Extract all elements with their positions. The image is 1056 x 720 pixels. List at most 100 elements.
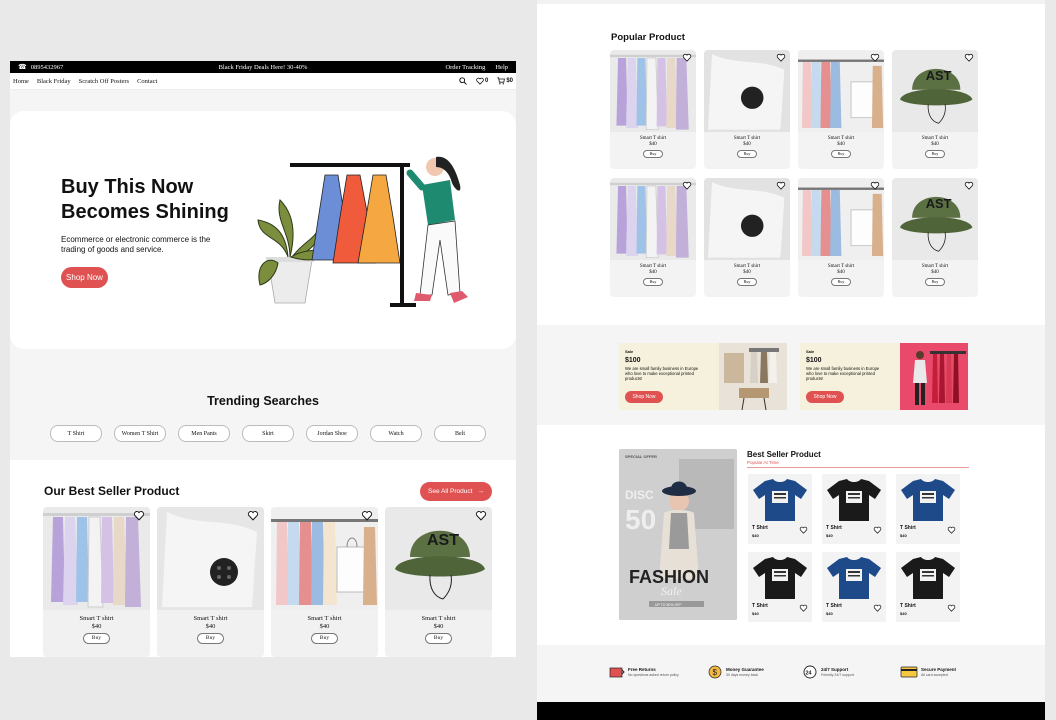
wishlist-heart-icon[interactable] <box>964 53 974 62</box>
chip-men-pants[interactable]: Men Pants <box>178 425 230 442</box>
cart-icon <box>497 77 506 85</box>
tshirt-image-black <box>901 557 955 599</box>
feature-sub: 30 days money back <box>726 673 759 677</box>
product-card[interactable]: AST Smart T shirt $40 Buy <box>892 178 978 297</box>
product-name: Smart T shirt <box>827 136 855 141</box>
chip-women-t-shirt[interactable]: Women T Shirt <box>114 425 166 442</box>
special-offer-card[interactable]: SPECIAL OFFER DISC 50 FASHION Sale UP TO… <box>619 449 737 620</box>
wishlist-heart-icon[interactable] <box>799 604 808 612</box>
buy-button[interactable]: Buy <box>197 633 224 644</box>
wishlist-heart-icon[interactable] <box>873 526 882 534</box>
popular-product-grid: Smart T shirt $40 Buy Smart T shirt $40 … <box>610 50 978 297</box>
banner-price: $100 <box>625 357 641 364</box>
product-image-shirts-rack <box>798 50 884 132</box>
credit-card-icon <box>900 666 918 678</box>
buy-button[interactable]: Buy <box>925 278 945 286</box>
product-card[interactable]: Smart T shirt $40 Buy <box>271 507 378 657</box>
product-card[interactable]: Smart T shirt $40 Buy <box>610 178 696 297</box>
wishlist-heart-icon[interactable] <box>964 181 974 190</box>
tshirt-name: T Shirt <box>826 603 842 609</box>
product-image-white-tee <box>704 50 790 132</box>
product-card[interactable]: Smart T shirt $40 Buy <box>157 507 264 657</box>
buy-button[interactable]: Buy <box>311 633 338 644</box>
wishlist-heart-icon[interactable] <box>247 510 259 521</box>
tshirt-image-navy <box>753 479 807 521</box>
support-24-icon: 24 <box>803 665 817 679</box>
tshirt-card[interactable]: T Shirt $40 <box>822 474 886 544</box>
trending-chips: T Shirt Women T Shirt Men Pants Skirt Jo… <box>50 425 486 442</box>
wishlist-count: 0 <box>484 78 489 84</box>
cart-button[interactable]: $0 <box>497 77 513 85</box>
help-link[interactable]: Help <box>495 64 508 71</box>
wishlist-heart-icon[interactable] <box>776 53 786 62</box>
product-card[interactable]: Smart T shirt $40 Buy <box>798 178 884 297</box>
product-name: Smart T shirt <box>827 264 855 269</box>
wishlist-heart-icon[interactable] <box>475 510 487 521</box>
buy-button[interactable]: Buy <box>737 150 757 158</box>
tshirt-card[interactable]: T Shirt $40 <box>896 474 960 544</box>
product-card[interactable]: Smart T shirt $40 Buy <box>610 50 696 169</box>
tshirt-card[interactable]: T Shirt $40 <box>896 552 960 622</box>
product-card[interactable]: AST Smart T shirt $40 Buy <box>385 507 492 657</box>
nav-home[interactable]: Home <box>13 78 29 85</box>
wishlist-heart-icon[interactable] <box>361 510 373 521</box>
tshirt-image-black <box>827 479 881 521</box>
best-seller-title: Our Best Seller Product <box>44 484 180 498</box>
wishlist-heart-icon[interactable] <box>870 181 880 190</box>
buy-button[interactable]: Buy <box>925 150 945 158</box>
chip-t-shirt[interactable]: T Shirt <box>50 425 102 442</box>
see-all-label: See All Product <box>428 488 473 495</box>
product-price: $40 <box>931 142 939 147</box>
buy-button[interactable]: Buy <box>737 278 757 286</box>
product-card[interactable]: Smart T shirt $40 Buy <box>798 50 884 169</box>
product-card[interactable]: Smart T shirt $40 Buy <box>704 50 790 169</box>
tshirt-card[interactable]: T Shirt $40 <box>748 474 812 544</box>
product-card[interactable]: AST Smart T shirt $40 Buy <box>892 50 978 169</box>
feature-title: Free Returns <box>628 667 656 672</box>
wishlist-heart-icon[interactable] <box>776 181 786 190</box>
product-card[interactable]: Smart T shirt $40 Buy <box>43 507 150 657</box>
chip-jordan-shoe[interactable]: Jordan Shoe <box>306 425 358 442</box>
wishlist-heart-icon[interactable] <box>133 510 145 521</box>
feature-title: Secure Payment <box>921 667 957 672</box>
buy-button[interactable]: Buy <box>83 633 110 644</box>
nav-black-friday[interactable]: Black Friday <box>37 78 71 85</box>
order-tracking-link[interactable]: Order Tracking <box>445 64 485 71</box>
wishlist-heart-icon[interactable] <box>870 53 880 62</box>
buy-button[interactable]: Buy <box>831 278 851 286</box>
search-icon[interactable] <box>459 77 467 85</box>
home-page-right: Popular Product Smart T shirt $40 Buy Sm… <box>537 0 1045 720</box>
wishlist-button[interactable]: 0 <box>476 77 488 85</box>
buy-button[interactable]: Buy <box>831 150 851 158</box>
banner-shop-now-button[interactable]: Shop Now <box>625 391 663 403</box>
phone-contact[interactable]: ☎ 0895432967 <box>18 63 63 71</box>
tshirt-price: $40 <box>752 533 759 538</box>
wishlist-heart-icon[interactable] <box>682 181 692 190</box>
buy-button[interactable]: Buy <box>643 150 663 158</box>
shop-now-button[interactable]: Shop Now <box>61 267 108 288</box>
tshirt-price: $40 <box>826 611 833 616</box>
nav-contact[interactable]: Contact <box>137 78 157 85</box>
chip-skirt[interactable]: Skirt <box>242 425 294 442</box>
sale-script-word: Sale <box>661 584 682 598</box>
product-card[interactable]: Smart T shirt $40 Buy <box>704 178 790 297</box>
sale-big-number: 50 <box>625 504 656 535</box>
chip-watch[interactable]: Watch <box>370 425 422 442</box>
wishlist-heart-icon[interactable] <box>873 604 882 612</box>
wishlist-heart-icon[interactable] <box>947 604 956 612</box>
wishlist-heart-icon[interactable] <box>682 53 692 62</box>
tshirt-card[interactable]: T Shirt $40 <box>748 552 812 622</box>
product-image-white-tee <box>704 178 790 260</box>
buy-button[interactable]: Buy <box>425 633 452 644</box>
wishlist-heart-icon[interactable] <box>799 526 808 534</box>
wishlist-heart-icon[interactable] <box>947 526 956 534</box>
buy-button[interactable]: Buy <box>643 278 663 286</box>
see-all-product-button[interactable]: See All Product → <box>420 482 492 501</box>
sale-disc: DISC <box>625 488 654 502</box>
best-seller-right-subtitle: Popular At Time <box>747 460 779 465</box>
tshirt-card[interactable]: T Shirt $40 <box>822 552 886 622</box>
nav-scratch-off-posters[interactable]: Scratch Off Posters <box>79 78 129 85</box>
chip-belt[interactable]: Belt <box>434 425 486 442</box>
product-image-green-bucket-hat: AST <box>892 178 978 260</box>
banner-shop-now-button[interactable]: Shop Now <box>806 391 844 403</box>
